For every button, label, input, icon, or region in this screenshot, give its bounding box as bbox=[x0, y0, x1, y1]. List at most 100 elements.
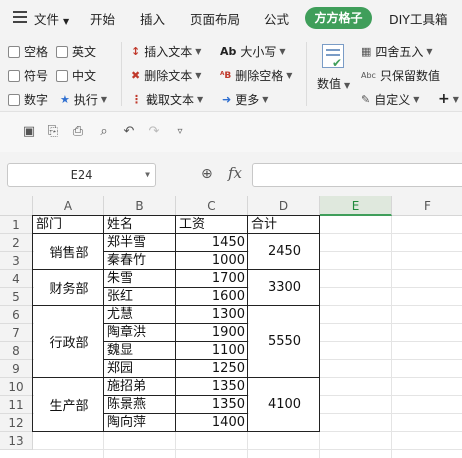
tab-formulas[interactable]: 公式 bbox=[264, 9, 289, 28]
chevron-down-icon: ▼ bbox=[344, 81, 351, 90]
cell-name[interactable]: 魏显 bbox=[105, 342, 176, 359]
keep-numeric-button[interactable]: Abc 只保留数值 bbox=[361, 67, 440, 84]
cell-salary[interactable]: 1350 bbox=[177, 378, 248, 395]
row-header-3[interactable]: 3 bbox=[0, 252, 33, 270]
customize-toolbar-icon[interactable]: ▿ bbox=[172, 124, 188, 140]
cell-salary[interactable]: 1000 bbox=[177, 252, 248, 269]
cell-c1[interactable]: 工资 bbox=[177, 216, 248, 233]
tab-fangfanggezi[interactable]: 方方格子 bbox=[305, 7, 372, 29]
delete-text-button[interactable]: ✖ 删除文本 ▼ bbox=[131, 67, 201, 84]
undo-icon[interactable]: ↶ bbox=[121, 124, 137, 140]
row-header-9[interactable]: 9 bbox=[0, 360, 33, 378]
cell-department[interactable]: 行政部 bbox=[34, 306, 104, 377]
zoom-icon[interactable]: ⊕ bbox=[201, 166, 213, 182]
formula-input[interactable] bbox=[252, 163, 462, 187]
cell-name[interactable]: 陈景燕 bbox=[105, 396, 176, 413]
cell-name[interactable]: 张红 bbox=[105, 288, 176, 305]
extract-text-button[interactable]: ⋮ 截取文本 ▼ bbox=[131, 91, 203, 108]
cell-salary[interactable]: 1600 bbox=[177, 288, 248, 305]
hamburger-menu-icon[interactable] bbox=[13, 11, 27, 23]
name-box[interactable]: E24 ▼ bbox=[7, 163, 156, 187]
cell-salary[interactable]: 1100 bbox=[177, 342, 248, 359]
spreadsheet-grid[interactable]: A B C D E F 1 2 3 4 5 6 7 8 9 10 11 12 13 部门 姓名 工资 合计 郑半雪 1450 秦春… bbox=[0, 196, 462, 458]
format-painter-icon[interactable]: ⎘ bbox=[45, 124, 61, 140]
column-header-b[interactable]: B bbox=[104, 196, 176, 216]
row-header-11[interactable]: 11 bbox=[0, 396, 33, 414]
cell-department[interactable]: 销售部 bbox=[34, 234, 104, 269]
delete-space-button[interactable]: ᴬB 删除空格 ▼ bbox=[220, 67, 292, 84]
cell-department[interactable]: 生产部 bbox=[34, 378, 104, 431]
cell-name[interactable]: 郑园 bbox=[105, 360, 176, 377]
print-icon[interactable]: ⎙ bbox=[70, 124, 86, 140]
cell-name[interactable]: 朱雪 bbox=[105, 270, 176, 287]
execute-label: 执行 bbox=[73, 93, 98, 107]
row-header-10[interactable]: 10 bbox=[0, 378, 33, 396]
cell-name[interactable]: 陶向萍 bbox=[105, 414, 176, 431]
numeric-button[interactable]: ✔ 数值 ▼ bbox=[314, 42, 354, 104]
row-header-4[interactable]: 4 bbox=[0, 270, 33, 288]
table-border bbox=[103, 395, 248, 396]
delete-space-icon: ᴬB bbox=[220, 70, 232, 81]
redo-icon[interactable]: ↷ bbox=[146, 124, 162, 140]
checkbox-icon bbox=[56, 69, 68, 82]
cell-a1[interactable]: 部门 bbox=[34, 216, 104, 233]
cell-salary[interactable]: 1700 bbox=[177, 270, 248, 287]
print-preview-icon[interactable]: ⌕ bbox=[96, 124, 112, 140]
checkbox-number[interactable]: 数字 bbox=[8, 91, 48, 108]
cell-salary[interactable]: 1350 bbox=[177, 396, 248, 413]
column-header-d[interactable]: D bbox=[248, 196, 320, 216]
tab-diy-toolbox[interactable]: DIY工具箱 bbox=[389, 9, 447, 28]
cell-department[interactable]: 财务部 bbox=[34, 270, 104, 305]
select-all-corner[interactable] bbox=[0, 196, 33, 216]
column-header-f[interactable]: F bbox=[392, 196, 462, 216]
row-header-12[interactable]: 12 bbox=[0, 414, 33, 432]
cell-salary[interactable]: 1400 bbox=[177, 414, 248, 431]
column-header-e[interactable]: E bbox=[320, 196, 392, 216]
row-header-1[interactable]: 1 bbox=[0, 216, 33, 234]
cell-name[interactable]: 尤慧 bbox=[105, 306, 176, 323]
row-header-7[interactable]: 7 bbox=[0, 324, 33, 342]
fx-icon[interactable]: fx bbox=[228, 164, 242, 182]
column-header-c[interactable]: C bbox=[176, 196, 248, 216]
tab-page-layout[interactable]: 页面布局 bbox=[190, 9, 240, 28]
more-button[interactable]: ➜ 更多 ▼ bbox=[222, 91, 268, 108]
custom-button[interactable]: ✎ 自定义 ▼ bbox=[361, 91, 419, 108]
tab-insert[interactable]: 插入 bbox=[140, 9, 165, 28]
checkbox-symbol[interactable]: 符号 bbox=[8, 67, 48, 84]
row-header-6[interactable]: 6 bbox=[0, 306, 33, 324]
row-header-8[interactable]: 8 bbox=[0, 342, 33, 360]
file-menu[interactable]: 文件 ▼ bbox=[34, 9, 69, 28]
cell-salary[interactable]: 1450 bbox=[177, 234, 248, 251]
row-header-2[interactable]: 2 bbox=[0, 234, 33, 252]
checkbox-chinese[interactable]: 中文 bbox=[56, 67, 96, 84]
row-header-13[interactable]: 13 bbox=[0, 432, 33, 450]
insert-text-button[interactable]: ↕ 插入文本 ▼ bbox=[131, 43, 201, 60]
cell-b1[interactable]: 姓名 bbox=[105, 216, 176, 233]
cell-total[interactable]: 3300 bbox=[249, 270, 320, 305]
cell-total[interactable]: 2450 bbox=[249, 234, 320, 269]
cell-total[interactable]: 4100 bbox=[249, 378, 320, 431]
save-icon[interactable]: ▣ bbox=[21, 124, 37, 140]
row-header-5[interactable]: 5 bbox=[0, 288, 33, 306]
column-header-a[interactable]: A bbox=[33, 196, 104, 216]
cell-salary[interactable]: 1250 bbox=[177, 360, 248, 377]
checkbox-space[interactable]: 空格 bbox=[8, 43, 48, 60]
cell-salary[interactable]: 1300 bbox=[177, 306, 248, 323]
cell-d1[interactable]: 合计 bbox=[249, 216, 320, 233]
table-border bbox=[103, 323, 248, 324]
cell-salary[interactable]: 1900 bbox=[177, 324, 248, 341]
chevron-down-icon: ▼ bbox=[262, 95, 269, 104]
custom-label: 自定义 bbox=[374, 93, 411, 107]
cell-name[interactable]: 秦春竹 bbox=[105, 252, 176, 269]
cell-name[interactable]: 陶章洪 bbox=[105, 324, 176, 341]
execute-button[interactable]: ★ 执行 ▼ bbox=[60, 91, 107, 108]
add-button[interactable]: + ▼ bbox=[438, 91, 459, 107]
round-button[interactable]: ▦ 四舍五入 ▼ bbox=[361, 43, 433, 60]
cell-total[interactable]: 5550 bbox=[249, 306, 320, 377]
case-button[interactable]: Ab 大小写 ▼ bbox=[220, 43, 286, 60]
checkbox-english[interactable]: 英文 bbox=[56, 43, 96, 60]
cell-name[interactable]: 郑半雪 bbox=[105, 234, 176, 251]
cell-name[interactable]: 施招弟 bbox=[105, 378, 176, 395]
chevron-down-icon: ▼ bbox=[452, 94, 459, 104]
tab-home[interactable]: 开始 bbox=[90, 9, 115, 28]
